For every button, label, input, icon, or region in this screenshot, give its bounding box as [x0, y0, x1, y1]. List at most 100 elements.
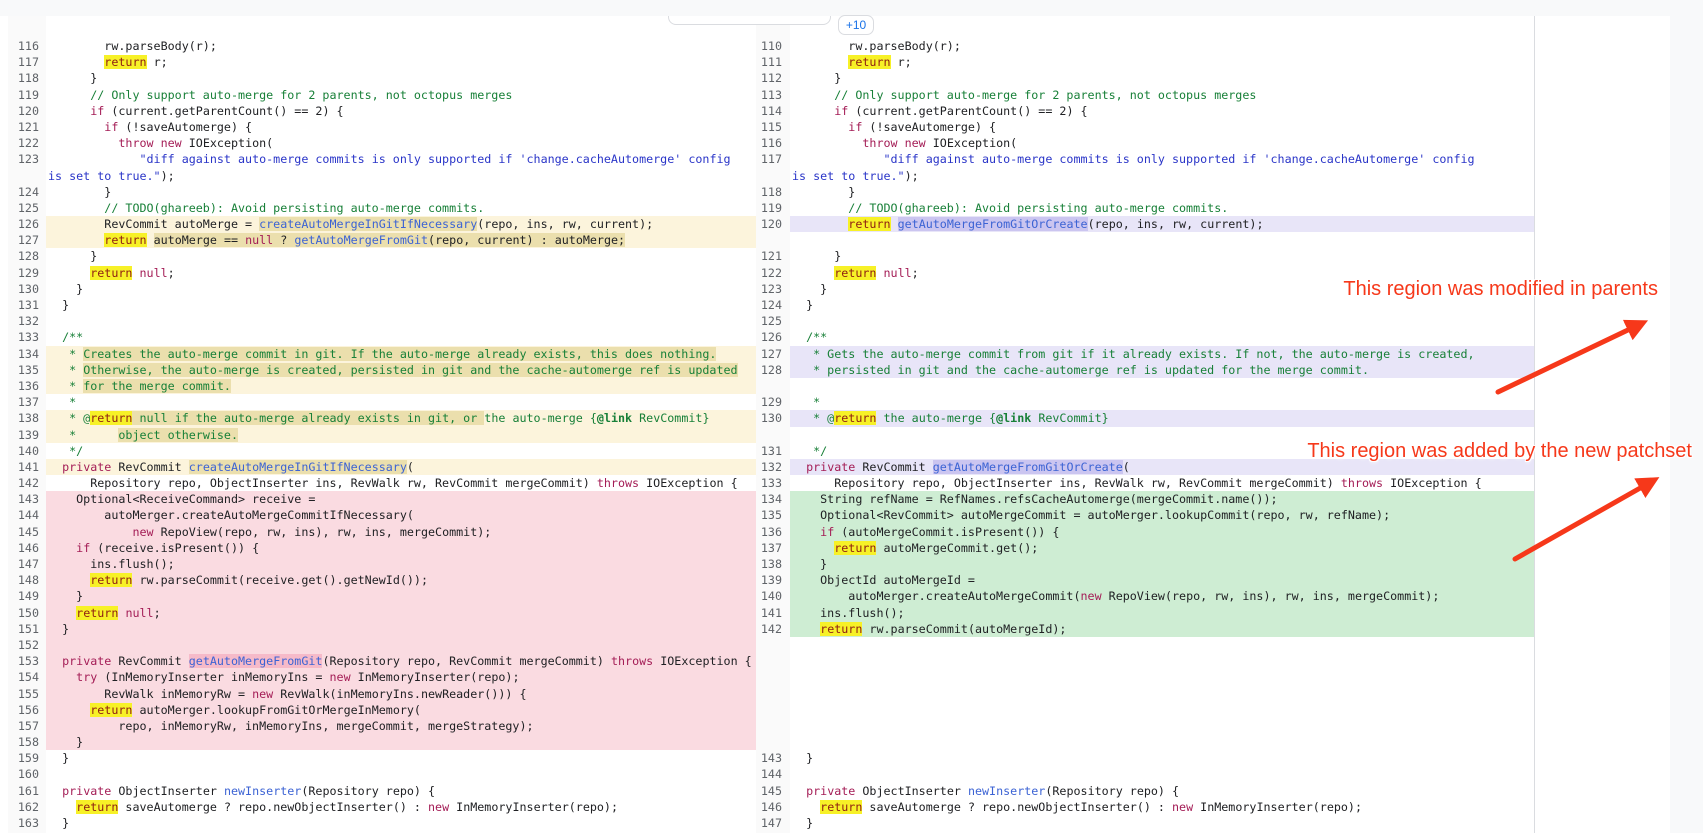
line-number[interactable]: 147 [756, 815, 790, 831]
line-number[interactable]: 122 [756, 265, 790, 281]
line-number[interactable]: 139 [756, 572, 790, 588]
line-number[interactable]: 127 [756, 346, 790, 362]
line-number[interactable]: 121 [8, 119, 46, 135]
line-number[interactable]: 114 [756, 103, 790, 119]
diff-line: 135 * Otherwise, the auto-merge is creat… [8, 362, 756, 378]
line-number[interactable]: 158 [8, 734, 46, 750]
line-number[interactable]: 138 [8, 410, 46, 426]
line-number[interactable]: 137 [8, 394, 46, 410]
line-number[interactable]: 132 [8, 313, 46, 329]
line-number[interactable]: 134 [8, 346, 46, 362]
line-number[interactable]: 135 [756, 507, 790, 523]
line-number[interactable]: 138 [756, 556, 790, 572]
line-number[interactable]: 119 [756, 200, 790, 216]
line-number[interactable]: 128 [756, 362, 790, 378]
line-number [756, 637, 790, 653]
diff-line: 115 if (!saveAutomerge) { [756, 119, 1534, 135]
line-number[interactable]: 143 [756, 750, 790, 766]
line-number[interactable]: 146 [756, 799, 790, 815]
line-number[interactable]: 118 [8, 70, 46, 86]
line-number[interactable]: 134 [756, 491, 790, 507]
line-number[interactable]: 135 [8, 362, 46, 378]
line-number[interactable]: 156 [8, 702, 46, 718]
line-number[interactable]: 132 [756, 459, 790, 475]
line-number[interactable]: 157 [8, 718, 46, 734]
line-number[interactable]: 142 [8, 475, 46, 491]
code-cell: RevCommit autoMerge = createAutoMergeInG… [46, 216, 756, 232]
diff-line: 149 } [8, 588, 756, 604]
line-number[interactable]: 159 [8, 750, 46, 766]
line-number[interactable]: 131 [756, 443, 790, 459]
line-number[interactable]: 130 [8, 281, 46, 297]
line-number[interactable]: 136 [8, 378, 46, 394]
line-number[interactable]: 145 [756, 783, 790, 799]
line-number[interactable]: 117 [8, 54, 46, 70]
line-number[interactable]: 140 [8, 443, 46, 459]
line-number[interactable]: 115 [756, 119, 790, 135]
line-number[interactable]: 143 [8, 491, 46, 507]
line-number[interactable]: 125 [756, 313, 790, 329]
line-number[interactable]: 147 [8, 556, 46, 572]
line-number[interactable]: 130 [756, 410, 790, 426]
line-number[interactable]: 121 [756, 248, 790, 264]
line-number[interactable]: 163 [8, 815, 46, 831]
line-number[interactable]: 122 [8, 135, 46, 151]
line-number[interactable]: 144 [756, 766, 790, 782]
line-number[interactable]: 129 [8, 265, 46, 281]
line-number[interactable]: 112 [756, 70, 790, 86]
code-cell [790, 637, 1534, 653]
line-number[interactable]: 123 [756, 281, 790, 297]
diff-line: 152 [8, 637, 756, 653]
line-number[interactable]: 142 [756, 621, 790, 637]
line-number[interactable]: 123 [8, 151, 46, 167]
line-number[interactable]: 113 [756, 87, 790, 103]
line-number[interactable]: 116 [756, 135, 790, 151]
line-number[interactable]: 120 [8, 103, 46, 119]
line-number[interactable]: 131 [8, 297, 46, 313]
code-cell: ins.flush(); [790, 605, 1534, 621]
line-number[interactable]: 139 [8, 427, 46, 443]
line-number[interactable]: 136 [756, 524, 790, 540]
right-chrome-strip [1670, 16, 1703, 833]
line-number[interactable]: 140 [756, 588, 790, 604]
line-number[interactable]: 150 [8, 605, 46, 621]
line-number[interactable]: 146 [8, 540, 46, 556]
line-number[interactable]: 125 [8, 200, 46, 216]
line-number[interactable]: 152 [8, 637, 46, 653]
code-cell [790, 734, 1534, 750]
line-number[interactable]: 124 [756, 297, 790, 313]
line-number[interactable]: 124 [8, 184, 46, 200]
line-number[interactable]: 116 [8, 38, 46, 54]
line-number[interactable]: 110 [756, 38, 790, 54]
line-number[interactable]: 118 [756, 184, 790, 200]
line-number[interactable]: 151 [8, 621, 46, 637]
line-number[interactable]: 128 [8, 248, 46, 264]
line-number[interactable]: 137 [756, 540, 790, 556]
line-number[interactable]: 149 [8, 588, 46, 604]
line-number[interactable]: 117 [756, 151, 790, 167]
line-number[interactable]: 111 [756, 54, 790, 70]
line-number[interactable]: 119 [8, 87, 46, 103]
line-number[interactable]: 160 [8, 766, 46, 782]
line-number[interactable]: 120 [756, 216, 790, 232]
line-number[interactable]: 144 [8, 507, 46, 523]
code-cell: repo, inMemoryRw, inMemoryIns, mergeComm… [46, 718, 756, 734]
expand-10-lines-button[interactable]: +10 [838, 15, 874, 35]
line-number[interactable]: 129 [756, 394, 790, 410]
line-number[interactable]: 133 [756, 475, 790, 491]
code-cell [790, 653, 1534, 669]
line-number[interactable]: 162 [8, 799, 46, 815]
line-number[interactable]: 161 [8, 783, 46, 799]
line-number[interactable]: 133 [8, 329, 46, 345]
line-number[interactable]: 148 [8, 572, 46, 588]
line-number[interactable]: 154 [8, 669, 46, 685]
line-number[interactable]: 145 [8, 524, 46, 540]
line-number[interactable]: 141 [756, 605, 790, 621]
line-number[interactable]: 141 [8, 459, 46, 475]
line-number[interactable]: 126 [756, 329, 790, 345]
diff-line: 137 * [8, 394, 756, 410]
line-number[interactable]: 153 [8, 653, 46, 669]
line-number[interactable]: 127 [8, 232, 46, 248]
line-number[interactable]: 155 [8, 686, 46, 702]
line-number[interactable]: 126 [8, 216, 46, 232]
